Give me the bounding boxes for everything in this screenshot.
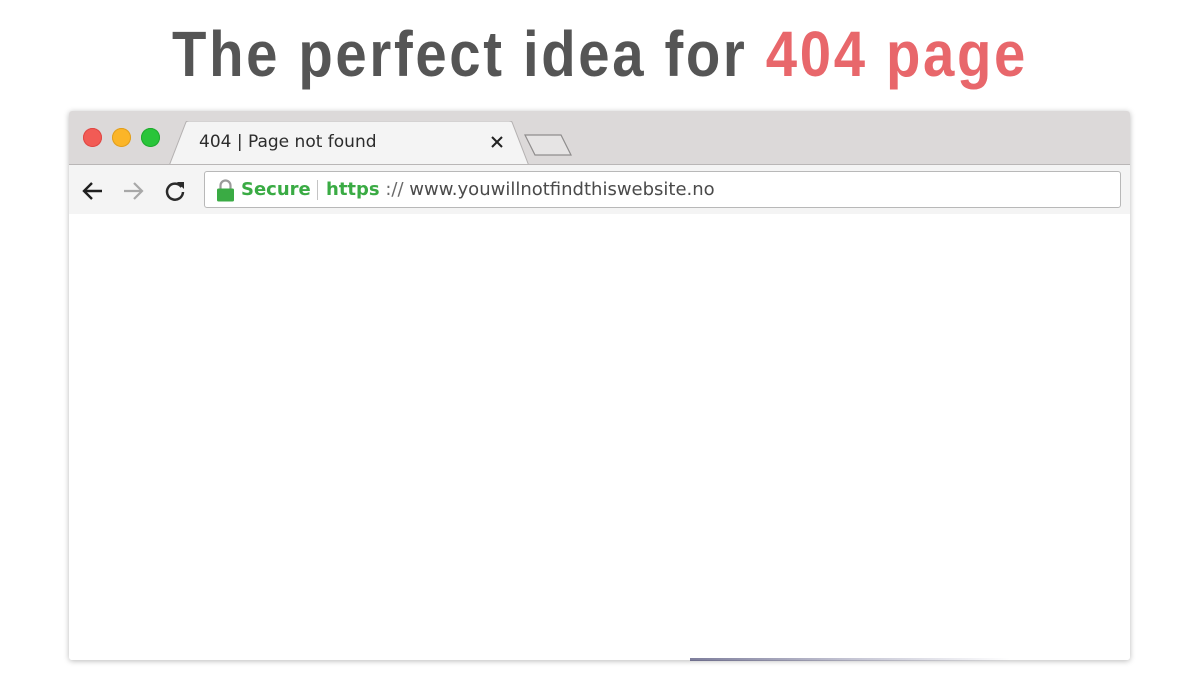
headline-accent: 404 page <box>765 18 1028 90</box>
browser-toolbar: Secure https :// www.youwillnotfindthisw… <box>69 165 1130 214</box>
lock-icon <box>217 179 234 202</box>
page-headline: The perfect idea for 404 page <box>72 14 1128 94</box>
tab-close-icon[interactable] <box>486 131 508 153</box>
window-zoom-button[interactable] <box>141 128 160 147</box>
url-separator: :// <box>385 179 404 200</box>
url-text[interactable]: https :// www.youwillnotfindthiswebsite.… <box>326 179 715 201</box>
address-divider <box>317 180 318 200</box>
secure-label: Secure <box>241 179 311 200</box>
background-image-edge <box>690 658 1010 661</box>
arrow-left-icon[interactable] <box>80 178 106 204</box>
address-bar[interactable]: Secure https :// www.youwillnotfindthisw… <box>204 171 1121 208</box>
headline-text: The perfect idea for <box>172 18 748 90</box>
tab-title: 404 | Page not found <box>199 132 377 152</box>
arrow-right-icon[interactable] <box>120 178 146 204</box>
reload-icon[interactable] <box>162 178 188 204</box>
url-host: www.youwillnotfindthiswebsite.no <box>409 179 715 200</box>
window-minimize-button[interactable] <box>112 128 131 147</box>
tab-bar: 404 | Page not found <box>69 111 1130 166</box>
window-close-button[interactable] <box>83 128 102 147</box>
url-scheme: https <box>326 179 380 200</box>
browser-window: 404 | Page not found Secure https:// ww… <box>69 111 1130 660</box>
new-tab-button[interactable] <box>521 132 575 158</box>
page-viewport <box>69 214 1130 660</box>
